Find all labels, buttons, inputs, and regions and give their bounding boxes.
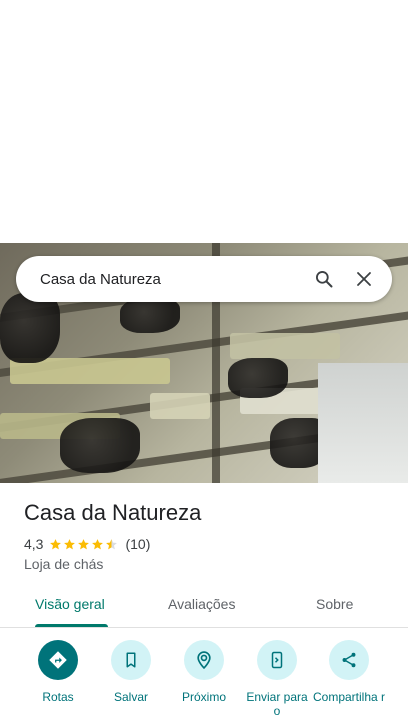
star-half-icon: [106, 538, 118, 549]
place-category: Loja de chás: [24, 556, 104, 572]
directions-label: Rotas: [42, 690, 74, 704]
action-bar: Rotas Salvar Próximo Enviar para o Compa…: [0, 640, 408, 726]
tab-indicator: [35, 624, 108, 627]
rating-value: 4,3: [24, 536, 44, 552]
nearby-button[interactable]: Próximo: [165, 640, 243, 704]
share-button[interactable]: Compartilha r: [310, 640, 388, 704]
share-label: Compartilha r: [312, 690, 386, 704]
tab-bar: Visão geral Avaliações Sobre: [0, 586, 408, 628]
bookmark-icon: [111, 640, 151, 680]
rating-row[interactable]: 4,3 (10): [24, 536, 150, 552]
search-bar[interactable]: Casa da Natureza: [16, 256, 392, 302]
star-icon: [78, 538, 90, 549]
search-input[interactable]: Casa da Natureza: [40, 271, 304, 288]
nearby-icon: [184, 640, 224, 680]
save-button[interactable]: Salvar: [92, 640, 170, 704]
review-count[interactable]: (10): [125, 536, 150, 552]
nearby-label: Próximo: [181, 690, 226, 704]
save-label: Salvar: [113, 690, 148, 704]
star-rating: [49, 538, 119, 551]
tab-overview[interactable]: Visão geral: [35, 596, 105, 612]
share-icon: [329, 640, 369, 680]
send-to-phone-button[interactable]: Enviar para o: [238, 640, 316, 718]
place-title: Casa da Natureza: [24, 500, 202, 525]
directions-icon: [38, 640, 78, 680]
star-icon: [64, 538, 76, 549]
star-icon: [92, 538, 104, 549]
directions-button[interactable]: Rotas: [19, 640, 97, 704]
send-to-phone-label: Enviar para o: [246, 690, 308, 718]
send-to-phone-icon: [257, 640, 297, 680]
search-icon[interactable]: [304, 259, 344, 299]
star-icon: [50, 538, 62, 549]
tab-reviews[interactable]: Avaliações: [168, 596, 235, 612]
map-blank-area: [0, 0, 408, 243]
close-icon[interactable]: [344, 259, 384, 299]
tab-about[interactable]: Sobre: [316, 596, 353, 612]
